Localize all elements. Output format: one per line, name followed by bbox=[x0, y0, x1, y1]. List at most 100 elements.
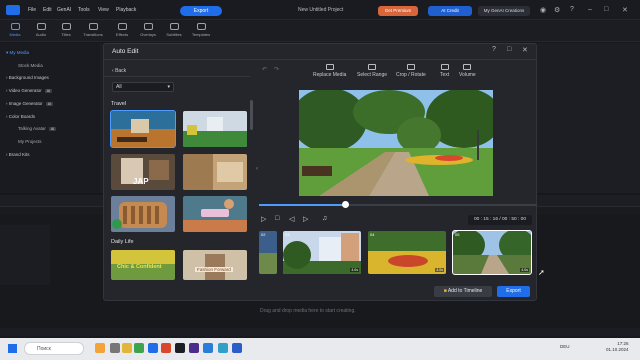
sidebar-item-video-generator[interactable]: › Video Generator AI bbox=[6, 88, 53, 93]
template-thumbnail[interactable] bbox=[183, 154, 247, 190]
menu-view[interactable]: View bbox=[98, 7, 109, 13]
sidebar-item-label: Talking Avatar bbox=[18, 126, 46, 131]
back-label: Back bbox=[115, 68, 127, 74]
template-thumbnail[interactable]: Chic & Confident bbox=[111, 250, 175, 280]
next-frame-icon[interactable]: ▷ bbox=[303, 215, 308, 223]
taskbar-app-icon[interactable] bbox=[232, 343, 242, 353]
taskbar-app-icon[interactable] bbox=[134, 343, 144, 353]
taskbar-app-icon[interactable] bbox=[148, 343, 158, 353]
clock-date: 01.10.2024 bbox=[606, 347, 629, 352]
tab-transitions[interactable]: Transitions bbox=[80, 23, 106, 38]
minimize-icon[interactable]: – bbox=[588, 6, 592, 13]
maximize-icon[interactable]: □ bbox=[604, 6, 608, 13]
sidebar-item-color-boards[interactable]: › Color Boards bbox=[6, 114, 35, 119]
taskbar-app-icon[interactable] bbox=[95, 343, 105, 353]
taskbar-app-icon[interactable] bbox=[189, 343, 199, 353]
tab-media[interactable]: Media bbox=[2, 23, 28, 38]
help-icon[interactable]: ? bbox=[492, 46, 496, 53]
template-thumbnail[interactable] bbox=[110, 110, 176, 148]
taskbar-app-icon[interactable] bbox=[122, 343, 132, 353]
taskbar-app-icon[interactable] bbox=[203, 343, 213, 353]
clip-thumbnail[interactable]: 04 4.0s bbox=[368, 231, 446, 274]
select-range-icon bbox=[368, 64, 377, 70]
filter-select[interactable]: All ▾ bbox=[112, 82, 174, 92]
tab-audio[interactable]: Audio bbox=[28, 23, 54, 38]
sidebar-item-brand-kits[interactable]: › Brand Kits bbox=[6, 152, 30, 157]
undo-icon[interactable]: ↶ bbox=[262, 66, 267, 73]
divider bbox=[104, 76, 250, 77]
previous-frame-icon[interactable]: ◁ bbox=[289, 215, 294, 223]
sidebar-item-label: Background Images bbox=[8, 75, 49, 80]
tab-effects[interactable]: Effects bbox=[109, 23, 135, 38]
template-image bbox=[111, 196, 175, 232]
stop-icon[interactable]: □ bbox=[275, 215, 279, 222]
close-window-icon[interactable]: ✕ bbox=[622, 6, 628, 14]
taskbar-app-icon[interactable] bbox=[175, 343, 185, 353]
menu-genai[interactable]: GenAI bbox=[57, 7, 71, 13]
crop-rotate-tool[interactable]: Crop / Rotate bbox=[396, 64, 426, 78]
template-list-scrollbar[interactable] bbox=[250, 100, 253, 130]
clip-thumbnail[interactable]: 05 4.0s bbox=[452, 230, 532, 275]
tab-label: Effects bbox=[115, 32, 129, 37]
music-icon[interactable]: ♫ bbox=[322, 215, 327, 222]
template-thumbnail[interactable]: JAP bbox=[111, 154, 175, 190]
menu-file[interactable]: File bbox=[28, 7, 36, 13]
clip-thumbnail[interactable]: 02 bbox=[259, 231, 277, 274]
export-top-button[interactable]: Export bbox=[180, 6, 222, 16]
sidebar-item-background-images[interactable]: › Background Images bbox=[6, 75, 49, 80]
taskbar-app-icon[interactable] bbox=[218, 343, 228, 353]
windows-start-icon[interactable] bbox=[8, 344, 17, 353]
tab-templates[interactable]: Templates bbox=[188, 23, 214, 38]
mouse-cursor-icon: ➚ bbox=[538, 268, 545, 277]
playback-progress-knob[interactable] bbox=[342, 201, 349, 208]
sidebar-item-my-media[interactable]: ▾ My Media bbox=[6, 50, 29, 56]
ai-credit-button[interactable]: AI Credit bbox=[428, 6, 472, 16]
help-icon[interactable]: ? bbox=[570, 6, 574, 13]
chevron-down-icon: ▾ bbox=[167, 84, 170, 90]
tab-titles[interactable]: Titles bbox=[53, 23, 79, 38]
template-thumbnail[interactable] bbox=[183, 111, 247, 147]
tab-overlays[interactable]: Overlays bbox=[135, 23, 161, 38]
play-icon[interactable]: ▷ bbox=[261, 215, 266, 223]
sidebar-item-image-generator[interactable]: › Image Generator AI bbox=[6, 101, 54, 106]
tab-subtitles[interactable]: Subtitles bbox=[161, 23, 187, 38]
template-caption: JAP bbox=[133, 177, 149, 186]
bell-icon[interactable]: ◉ bbox=[540, 6, 546, 14]
replace-media-tool[interactable]: Replace Media bbox=[313, 64, 346, 78]
tool-label: Text bbox=[440, 72, 450, 78]
menu-tools[interactable]: Tools bbox=[78, 7, 90, 13]
get-premium-button[interactable]: Get Premium bbox=[378, 6, 418, 16]
menu-playback[interactable]: Playback bbox=[116, 7, 136, 13]
redo-icon[interactable]: ↷ bbox=[274, 66, 279, 73]
export-button[interactable]: Export bbox=[497, 286, 530, 297]
settings-icon[interactable]: ⚙ bbox=[554, 6, 560, 14]
collapse-pane-icon[interactable]: ‹ bbox=[256, 166, 258, 172]
clip-thumbnail[interactable]: 03 4.0s bbox=[283, 231, 361, 274]
taskbar-search[interactable]: Поиск bbox=[24, 342, 84, 355]
music-icon bbox=[36, 23, 46, 30]
sidebar-item-my-projects[interactable]: My Projects bbox=[18, 139, 42, 144]
sidebar-item-stock-media[interactable]: Stock Media bbox=[18, 63, 43, 68]
sidebar-item-label: Stock Media bbox=[18, 63, 43, 68]
close-icon[interactable]: ✕ bbox=[522, 46, 528, 54]
clip-duration: 4.0s bbox=[350, 268, 359, 272]
select-range-tool[interactable]: Select Range bbox=[357, 64, 387, 78]
tool-label: Replace Media bbox=[313, 72, 347, 78]
taskbar-app-icon[interactable] bbox=[161, 343, 171, 353]
back-button[interactable]: ‹ Back bbox=[112, 68, 126, 74]
add-to-timeline-button[interactable]: ■ Add to Timeline bbox=[434, 286, 492, 297]
menu-edit[interactable]: Edit bbox=[43, 7, 52, 13]
transition-icon bbox=[88, 23, 98, 30]
maximize-icon[interactable]: □ bbox=[507, 46, 511, 53]
template-thumbnail[interactable] bbox=[183, 196, 247, 232]
template-thumbnail[interactable]: Fashion Forward bbox=[183, 250, 247, 280]
taskbar-app-icon[interactable] bbox=[110, 343, 120, 353]
text-tool[interactable]: Text bbox=[440, 64, 449, 78]
my-genai-creations-button[interactable]: My GenAI Creations bbox=[478, 6, 530, 16]
taskbar-clock[interactable]: 17:26 01.10.2024 bbox=[606, 341, 629, 353]
video-preview[interactable] bbox=[299, 90, 493, 196]
keyboard-language[interactable]: DEU bbox=[560, 344, 570, 349]
sidebar-item-talking-avatar[interactable]: Talking Avatar AI bbox=[18, 126, 57, 131]
volume-tool[interactable]: Volume bbox=[459, 64, 476, 78]
template-thumbnail[interactable] bbox=[111, 196, 175, 232]
